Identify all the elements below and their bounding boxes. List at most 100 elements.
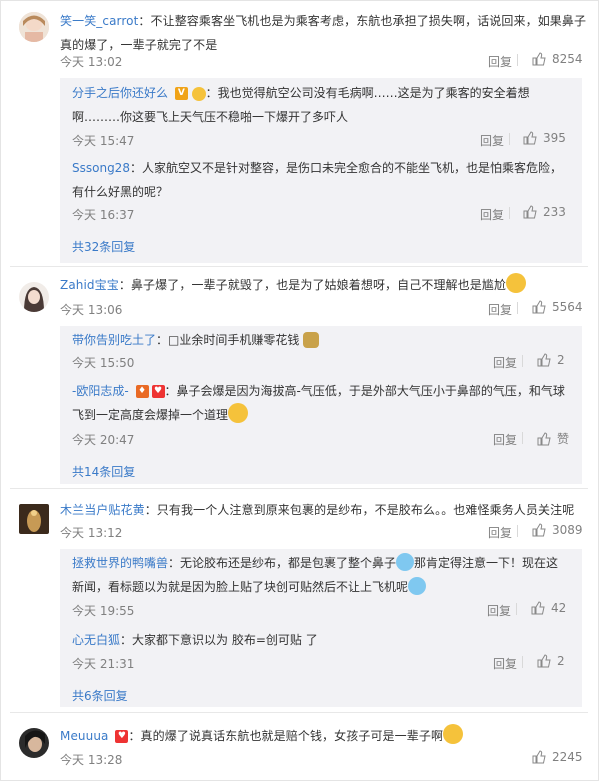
like-button[interactable]: 8254 [532, 52, 583, 66]
reply-time: 今天 21:31 [72, 657, 135, 671]
comment-text: ：不让整容乘客坐飞机也是为乘客考虑，东航也承担了损失啊，话说回来，如果鼻子 [138, 14, 587, 28]
divider [10, 712, 588, 713]
reply-username[interactable]: 拯救世界的鸭嘴兽 [72, 556, 168, 570]
avatar[interactable] [19, 504, 49, 534]
reply-username[interactable]: 心无白狐 [72, 633, 120, 647]
reply-time: 今天 15:47 [72, 134, 135, 148]
reply-text: ：□业余时间手机赚零花钱 [156, 333, 300, 347]
reply-button[interactable]: 回复 [480, 206, 504, 223]
like-count: 233 [543, 205, 566, 219]
avatar[interactable] [19, 12, 49, 42]
reply-button[interactable]: 回复 [488, 524, 512, 541]
like-count: 42 [551, 601, 567, 615]
comment-text: ：只有我一个人注意到原来包裹的是纱布，不是胶布么。。也难怪乘务人员关注呢 [144, 503, 575, 517]
comment-text: 真的爆了，一辈子就完了不是 [60, 38, 218, 52]
thumbs-up-icon [523, 131, 537, 145]
badge-icon: ♥ [115, 730, 129, 743]
reply-button[interactable]: 回复 [480, 132, 504, 149]
reply-text: ：大家都下意识以为 胶布=创可贴 了 [120, 633, 318, 647]
like-count: 3089 [552, 523, 583, 537]
more-replies-link[interactable]: 共32条回复 [72, 238, 135, 255]
like-button[interactable]: 2245 [532, 750, 583, 764]
reply-time: 今天 15:50 [72, 356, 135, 370]
like-count: 395 [543, 131, 566, 145]
thumbs-up-icon [531, 601, 545, 615]
reply-text: 有什么好黑的呢？ [72, 185, 169, 199]
crying-emoji-icon [396, 553, 415, 571]
divider [517, 54, 518, 66]
like-button[interactable]: 42 [531, 601, 566, 615]
badge-icon: ♥ [151, 385, 165, 398]
reply-time: 今天 19:55 [72, 604, 135, 618]
emoji-icon [443, 724, 464, 744]
reply-button[interactable]: 回复 [488, 53, 512, 70]
comment-time: 今天 13:12 [60, 526, 123, 540]
reply-username[interactable]: Sssong28 [72, 161, 130, 175]
thumbs-up-icon [532, 52, 546, 66]
like-button[interactable]: 395 [523, 131, 566, 145]
divider [10, 266, 588, 267]
like-button[interactable]: 2 [537, 654, 565, 668]
like-count: 2 [557, 353, 565, 367]
emoji-icon [506, 273, 527, 293]
divider [10, 488, 588, 489]
reply-username[interactable]: -欧阳志成- [72, 384, 129, 398]
like-count: 2 [557, 654, 565, 668]
like-count: 赞 [557, 432, 570, 446]
comment-text: ：真的爆了说真话东航也就是赔个钱，女孩子可是一辈子啊 [128, 729, 444, 743]
thumbs-up-icon [537, 353, 551, 367]
like-button[interactable]: 3089 [532, 523, 583, 537]
like-button[interactable]: 233 [523, 205, 566, 219]
reply-text: 啊………你这要飞上天气压不稳啪一下爆开了多吓人 [72, 110, 349, 124]
like-button[interactable]: 赞 [537, 430, 569, 447]
like-button[interactable]: 5564 [532, 300, 583, 314]
comment-username[interactable]: 笑一笑_carrot [60, 14, 138, 28]
thumbs-up-icon [532, 300, 546, 314]
fan-badge-icon: ♦ [135, 385, 149, 398]
reply-text: ：人家航空又不是针对整容，是伤口未完全愈合的不能坐飞机，也是怕乘客危险， [129, 161, 562, 175]
avatar[interactable] [19, 728, 49, 758]
thumbs-up-icon [523, 205, 537, 219]
comment-text: ：鼻子爆了，一辈子就毁了，也是为了姑娘着想呀，自己不理解也是尴尬 [118, 278, 507, 292]
money-bag-icon [303, 332, 320, 348]
like-count: 8254 [552, 52, 583, 66]
reply-time: 今天 16:37 [72, 208, 135, 222]
comment-username[interactable]: Zahid宝宝 [60, 278, 119, 292]
reply-time: 今天 20:47 [72, 433, 135, 447]
reply-box: 分手之后你还好么 V ：我也觉得航空公司没有毛病啊……这是为了乘客的安全着想 啊… [60, 78, 582, 263]
comment-time: 今天 13:28 [60, 753, 123, 767]
verified-badge-icon: V [174, 87, 188, 100]
reply-button[interactable]: 回复 [493, 354, 517, 371]
reply-text: ：无论胶布还是纱布，都是包裹了整个鼻子 [168, 556, 397, 570]
thumbs-up-icon [537, 431, 551, 445]
reply-box: 拯救世界的鸭嘴兽：无论胶布还是纱布，都是包裹了整个鼻子 那肯定得注意一下！现在这 … [60, 549, 582, 707]
reply-username[interactable]: 分手之后你还好么 [72, 86, 168, 100]
crying-emoji-icon [408, 577, 427, 595]
reply-button[interactable]: 回复 [488, 301, 512, 318]
reply-button[interactable]: 回复 [493, 431, 517, 448]
like-count: 2245 [552, 750, 583, 764]
comment-time: 今天 13:06 [60, 303, 123, 317]
more-replies-link[interactable]: 共14条回复 [72, 463, 135, 480]
reply-text: 飞到一定高度会爆掉一个道理 [72, 408, 229, 422]
reply-text: 新闻，看标题以为就是因为脸上贴了块创可贴然后不让上飞机呢 [72, 580, 409, 594]
thumbs-up-icon [532, 750, 546, 764]
reply-text: ：鼻子会爆是因为海拔高-气压低，于是外部大气压小于鼻部的气压，和气球 [164, 384, 565, 398]
reply-button[interactable]: 回复 [493, 655, 517, 672]
like-count: 5564 [552, 300, 583, 314]
emoji-icon [228, 403, 249, 423]
avatar[interactable] [19, 282, 49, 312]
thumbs-up-icon [537, 654, 551, 668]
like-button[interactable]: 2 [537, 353, 565, 367]
emoji-icon [191, 87, 206, 101]
reply-text: ：我也觉得航空公司没有毛病啊……这是为了乘客的安全着想 [205, 86, 530, 100]
comment-username[interactable]: 木兰当户贴花黄 [60, 503, 145, 517]
comment-username[interactable]: Meuuua [60, 729, 109, 743]
reply-username[interactable]: 带你告别吃土了 [72, 333, 156, 347]
reply-box: 带你告别吃土了：□业余时间手机赚零花钱 今天 15:50 回复 2 -欧阳志成-… [60, 326, 582, 484]
comment-time: 今天 13:02 [60, 55, 123, 69]
reply-text: 那肯定得注意一下！现在这 [414, 556, 559, 570]
more-replies-link[interactable]: 共6条回复 [72, 687, 128, 704]
thumbs-up-icon [532, 523, 546, 537]
reply-button[interactable]: 回复 [487, 602, 511, 619]
